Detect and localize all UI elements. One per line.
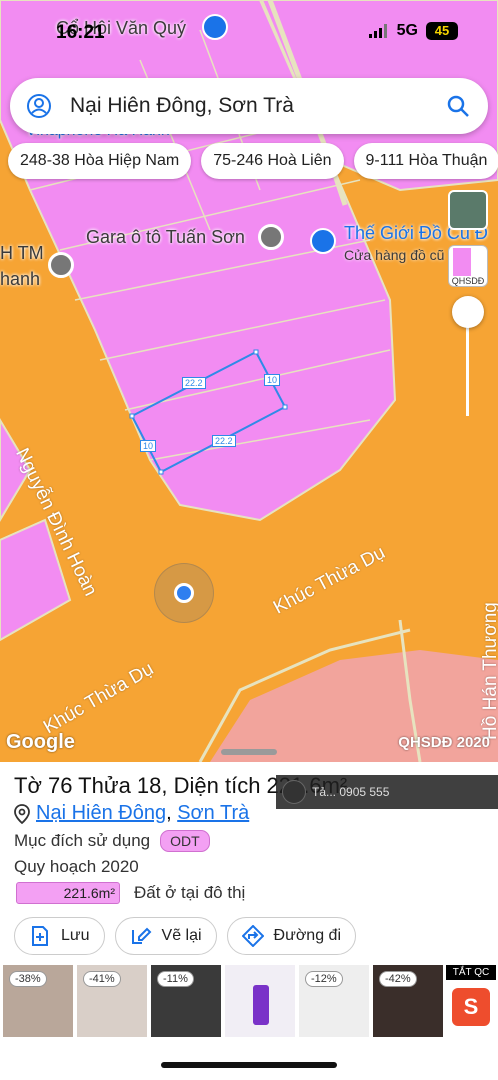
ad-off-label[interactable]: TẮT QC [446,965,496,980]
ad-discount-badge: -42% [379,971,417,987]
qhsdd-layer-icon [453,248,471,276]
purpose-badge: ODT [160,830,210,852]
poi-label-gara[interactable]: Gara ô tô Tuấn Sơn [86,227,245,248]
ad-product[interactable]: -42% [373,965,443,1037]
parcel-dim-right: 10 [264,374,281,386]
chip-suggestion[interactable]: 9-111 Hòa Thuận [353,143,498,179]
ad-product[interactable] [225,965,295,1037]
redraw-button[interactable]: Vẽ lại [114,917,217,955]
chip-suggestion[interactable]: 75-246 Hoà Liên [201,143,344,179]
ad-discount-badge: -41% [83,971,121,987]
ad-banner-text: Tả... 0905 555 [312,785,390,799]
parcel-dim-left: 10 [140,440,157,452]
planning-label: Quy hoạch 2020 [14,857,139,876]
ad-toggle[interactable]: TẮT QC S [446,965,496,1037]
address-district-link[interactable]: Sơn Trà [177,802,249,825]
network-type: 5G [396,22,418,39]
search-icon[interactable] [446,94,470,118]
action-buttons: Lưu Vẽ lại Đường đi [14,917,356,955]
current-location-icon [174,583,194,603]
signal-icon [368,24,387,38]
chip-suggestion[interactable]: 248-38 Hòa Hiệp Nam [8,143,192,179]
qhsdd-layer-label: QHSDĐ [451,276,485,286]
search-input[interactable]: Nại Hiên Đông, Sơn Trà [70,94,446,118]
land-use-purpose: Mục đích sử dụng ODT [14,830,210,852]
ad-discount-badge: -12% [305,971,343,987]
planning-area-row: 221.6m² Đất ở tại đô thị [16,882,245,904]
shopee-icon[interactable]: S [452,988,490,1026]
boots-image [253,985,269,1025]
redraw-icon [131,927,151,944]
status-indicators: 5G 45 [368,22,458,40]
location-pin-icon [14,803,30,824]
address-ward-link[interactable]: Nại Hiên Đông [36,802,166,825]
address-separator: , [166,802,178,824]
battery-icon: 45 [426,22,458,40]
shopping-pin-icon[interactable] [310,228,336,254]
save-button-label: Lưu [61,927,90,944]
ad-discount-badge: -38% [9,971,47,987]
opacity-slider-track[interactable] [466,326,469,416]
ad-product[interactable]: -11% [151,965,221,1037]
parcel-dim-top: 22.2 [182,377,206,389]
shopping-pin-icon[interactable] [202,14,228,40]
parcel-address: Nại Hiên Đông , Sơn Trà [14,802,249,825]
poi-label-left-thanh: hanh [0,269,41,289]
area-value-bar: 221.6m² [16,882,120,904]
search-bar[interactable]: Nại Hiên Đông, Sơn Trà [10,78,488,134]
google-logo: Google [6,731,75,753]
sheet-drag-handle[interactable] [221,749,277,755]
suggestion-chips: 248-38 Hòa Hiệp Nam 75-246 Hoà Liên 9-11… [8,143,498,179]
street-label-ho-han-thuong: Hồ Hán Thương [480,602,498,740]
ad-avatar [282,780,306,804]
ad-product[interactable]: -12% [299,965,369,1037]
purpose-label: Mục đích sử dụng [14,831,151,850]
account-icon[interactable] [26,93,52,119]
qhsdd-layer-button[interactable]: QHSDĐ [448,245,488,287]
ad-product[interactable]: -41% [77,965,147,1037]
satellite-layer-button[interactable] [448,190,488,230]
redraw-button-label: Vẽ lại [161,927,202,944]
save-icon [32,926,48,946]
poi-pin-icon[interactable] [48,252,74,278]
poi-sublabel-the-gioi: Cửa hàng đồ cũ [344,247,445,263]
ad-product-strip: -38% -41% -11% -12% -42% [0,965,498,1037]
parcel-info-sheet: Tờ 76 Thửa 18, Diện tích 221.6m² Tả... 0… [0,762,498,1080]
ad-product[interactable]: -38% [3,965,73,1037]
directions-icon [241,925,264,947]
opacity-slider-knob[interactable] [452,296,484,328]
ad-banner[interactable]: Tả... 0905 555 [276,775,498,809]
area-description: Đất ở tại đô thị [134,883,246,902]
map-watermark: QHSDĐ 2020 [398,734,490,751]
map-view[interactable]: 22.2 10 22.2 10 Nguyễn Đình Hoàn Khúc Th… [0,0,498,762]
ad-discount-badge: -11% [157,971,194,987]
parcel-dim-bottom: 22.2 [212,435,236,447]
poi-pin-icon[interactable] [258,224,284,250]
directions-button-label: Đường đi [273,927,341,944]
home-indicator[interactable] [161,1062,337,1068]
poi-label-left-tm[interactable]: H TM [0,243,44,264]
status-time: 16:21 [56,22,105,43]
save-button[interactable]: Lưu [14,917,105,955]
directions-button[interactable]: Đường đi [226,917,356,955]
